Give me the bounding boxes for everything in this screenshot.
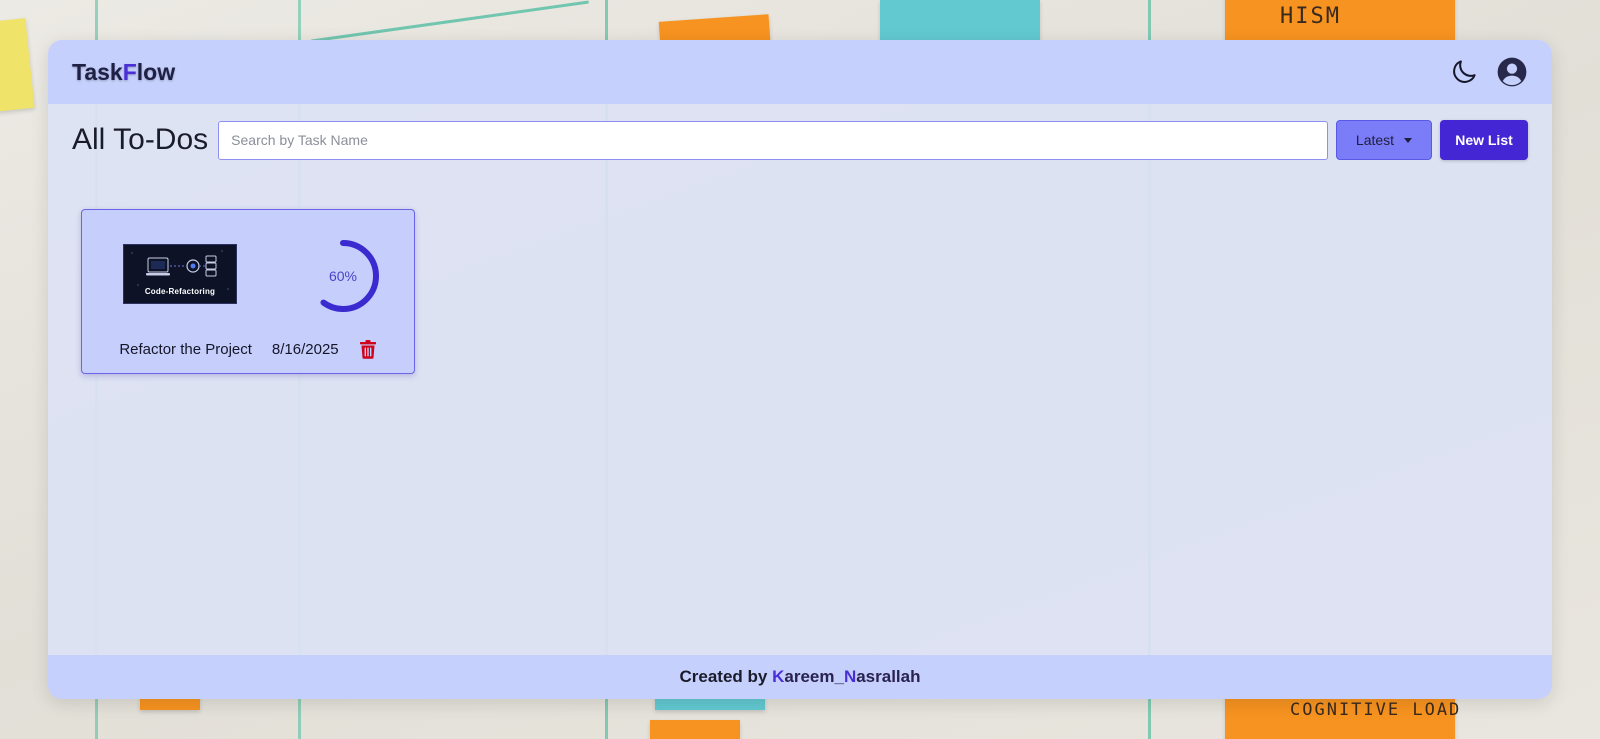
brand-text-part2: low: [136, 58, 176, 85]
footer-prefix: Created by: [679, 667, 773, 686]
progress-label: 60%: [328, 268, 358, 284]
footer-credit: Created by Kareem_Nasrallah: [680, 667, 921, 687]
footer: Created by Kareem_Nasrallah: [48, 655, 1552, 699]
navbar-actions: [1448, 56, 1528, 88]
author-end: asrallah: [856, 667, 921, 686]
new-list-button[interactable]: New List: [1440, 120, 1528, 160]
task-name: Refactor the Project: [119, 340, 252, 358]
brand-logo[interactable]: TaskFlow: [72, 59, 175, 86]
user-circle-icon: [1497, 57, 1527, 87]
sort-label: Latest: [1355, 132, 1395, 148]
delete-task-button[interactable]: [359, 339, 377, 359]
trash-icon: [359, 339, 376, 359]
search-input[interactable]: [218, 120, 1328, 160]
author-initial-n: N: [843, 667, 857, 686]
brand-text-accent: F: [122, 58, 137, 85]
toolbar: All To-Dos Latest New List: [72, 120, 1528, 160]
task-card-footer: Refactor the Project 8/16/2025: [82, 338, 414, 360]
brand-text-part1: Task: [72, 58, 123, 85]
theme-toggle-button[interactable]: [1448, 56, 1480, 88]
caret-down-icon: [1404, 137, 1413, 143]
task-card[interactable]: Code-Refactoring 60% Refactor the Projec…: [81, 209, 415, 374]
thumbnail-label: Code-Refactoring: [144, 287, 216, 296]
author-initial-k: K: [772, 667, 785, 686]
page-title: All To-Dos: [72, 123, 209, 156]
task-thumbnail: Code-Refactoring: [123, 244, 237, 304]
task-date: 8/16/2025: [271, 340, 339, 358]
author-mid: areem_: [784, 667, 844, 686]
account-button[interactable]: [1496, 56, 1528, 88]
moon-icon: [1453, 60, 1476, 83]
author-link[interactable]: Kareem_Nasrallah: [772, 667, 920, 686]
navbar: TaskFlow: [48, 40, 1552, 104]
app-window: TaskFlow All To-Dos Latest New: [48, 40, 1552, 699]
sort-dropdown-button[interactable]: Latest: [1336, 120, 1432, 160]
